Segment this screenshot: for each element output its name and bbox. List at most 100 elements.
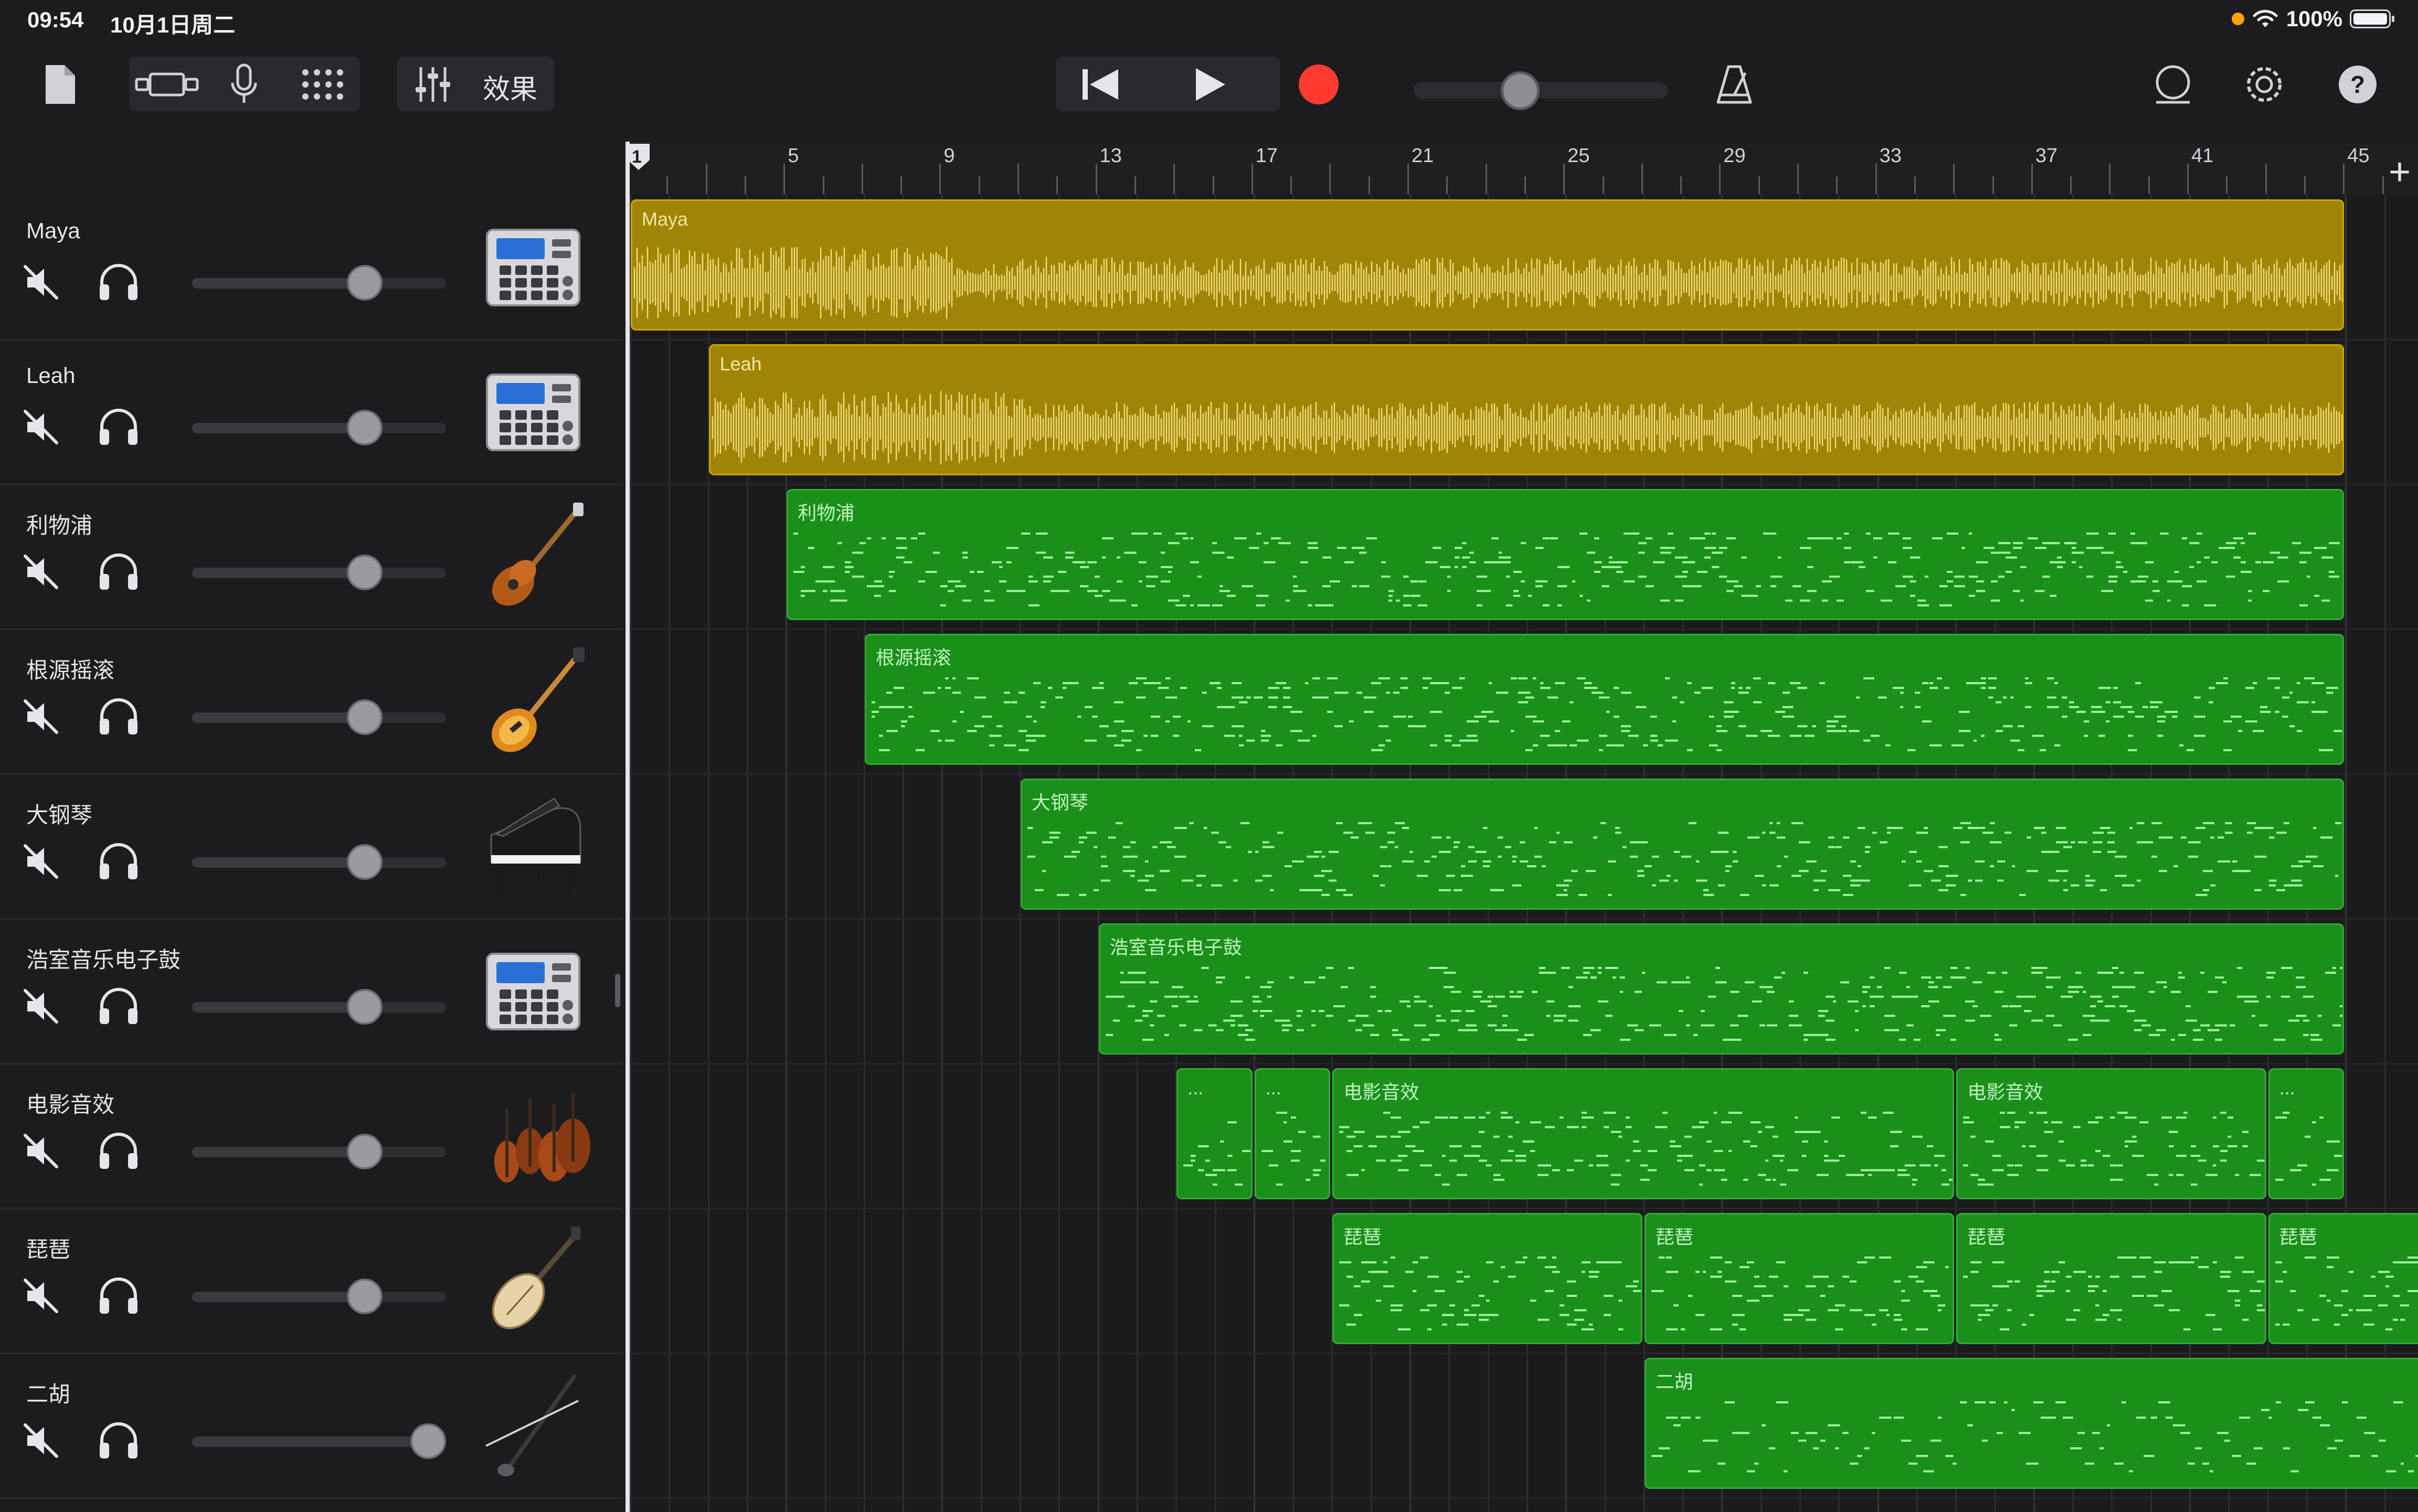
- playhead[interactable]: 1: [628, 144, 650, 170]
- track-header[interactable]: 大钢琴: [0, 773, 622, 920]
- ruler-tick: [2031, 164, 2033, 194]
- midi-region[interactable]: 大钢琴: [1021, 779, 2345, 910]
- effects-button[interactable]: 效果: [483, 67, 537, 107]
- midi-region[interactable]: 电影音效: [1956, 1068, 2266, 1199]
- header-divider[interactable]: [625, 142, 630, 1512]
- midi-region[interactable]: ...: [1254, 1068, 1331, 1199]
- document-icon[interactable]: [37, 61, 84, 108]
- track-volume-knob[interactable]: [347, 410, 383, 445]
- track-volume-slider[interactable]: [192, 844, 446, 880]
- master-volume-knob[interactable]: [1501, 71, 1540, 110]
- metronome-icon[interactable]: [1711, 61, 1758, 108]
- track-volume-slider[interactable]: [192, 555, 446, 590]
- headphones-icon[interactable]: [98, 553, 140, 591]
- mute-icon[interactable]: [22, 698, 60, 736]
- track-header[interactable]: 根源摇滚: [0, 629, 622, 775]
- headphones-icon[interactable]: [98, 1132, 140, 1170]
- track-area[interactable]: Maya Leah 利物浦 根源摇滚 大钢琴 浩室音乐电子鼓...... 电影音效 电影音效.…: [630, 194, 2418, 1512]
- track-volume-slider[interactable]: [192, 410, 446, 445]
- playhead-bar: 1: [632, 147, 642, 167]
- midi-region[interactable]: 根源摇滚: [864, 634, 2345, 765]
- headphones-icon[interactable]: [98, 263, 140, 301]
- midi-region[interactable]: 利物浦: [787, 489, 2345, 620]
- track-volume-slider[interactable]: [192, 265, 446, 301]
- help-icon[interactable]: ?: [2334, 61, 2381, 108]
- loop-browser-icon[interactable]: [2149, 61, 2197, 108]
- track-volume-knob[interactable]: [347, 699, 383, 735]
- midi-region[interactable]: 二胡: [1644, 1358, 2418, 1489]
- mute-icon[interactable]: [22, 843, 60, 880]
- mute-icon[interactable]: [22, 408, 60, 446]
- instrument-thumbnail[interactable]: [475, 1367, 591, 1483]
- timeline-ruler[interactable]: 1 + 5 9 13 17 21 25 29 33 37 41 45: [628, 142, 2418, 194]
- audio-region[interactable]: Leah: [708, 344, 2345, 475]
- midi-region[interactable]: ...: [2268, 1068, 2345, 1199]
- track-name: 浩室音乐电子鼓: [26, 947, 181, 972]
- track-header[interactable]: 浩室音乐电子鼓: [0, 918, 622, 1064]
- mute-icon[interactable]: [22, 1422, 60, 1460]
- settings-icon[interactable]: [2241, 61, 2288, 108]
- mute-icon[interactable]: [22, 987, 60, 1025]
- track-header[interactable]: Leah: [0, 339, 622, 485]
- instrument-thumbnail[interactable]: [475, 643, 591, 759]
- midi-notes: [1963, 1257, 2265, 1330]
- midi-region[interactable]: 琵琶: [1956, 1213, 2266, 1344]
- midi-region[interactable]: 浩室音乐电子鼓: [1098, 923, 2345, 1055]
- mute-icon[interactable]: [22, 1277, 60, 1315]
- track-volume-knob[interactable]: [347, 989, 383, 1025]
- grid-icon[interactable]: [297, 61, 349, 108]
- instrument-thumbnail[interactable]: [475, 354, 591, 469]
- headphones-icon[interactable]: [98, 843, 140, 880]
- track-volume-slider[interactable]: [192, 1423, 447, 1459]
- track-name: 二胡: [26, 1382, 71, 1407]
- instrument-thumbnail[interactable]: [475, 933, 591, 1048]
- master-volume-slider[interactable]: [1414, 71, 1668, 110]
- resize-handle[interactable]: [615, 974, 620, 1007]
- midi-region[interactable]: 琵琶: [1332, 1213, 1642, 1344]
- track-volume-slider[interactable]: [192, 1134, 446, 1169]
- track-volume-slider[interactable]: [192, 699, 446, 735]
- headphones-icon[interactable]: [98, 408, 140, 446]
- track-volume-knob[interactable]: [347, 844, 383, 880]
- ruler-tick: [822, 176, 824, 194]
- midi-region[interactable]: 琵琶: [2268, 1213, 2418, 1344]
- track-volume-knob[interactable]: [410, 1423, 447, 1459]
- instrument-thumbnail[interactable]: [475, 1222, 591, 1338]
- instrument-thumbnail[interactable]: [475, 209, 591, 324]
- mute-icon[interactable]: [22, 553, 60, 591]
- track-volume-knob[interactable]: [347, 555, 383, 590]
- add-icon[interactable]: +: [2389, 153, 2411, 191]
- track-header[interactable]: Maya: [0, 194, 622, 340]
- track-volume-slider[interactable]: [192, 989, 446, 1025]
- record-icon[interactable]: [1295, 61, 1342, 108]
- audio-region[interactable]: Maya: [631, 199, 2345, 331]
- headphones-icon[interactable]: [98, 698, 140, 736]
- mute-icon[interactable]: [22, 1132, 60, 1170]
- instrument-thumbnail[interactable]: [475, 1078, 591, 1193]
- microphone-icon[interactable]: [220, 61, 268, 108]
- track-volume-knob[interactable]: [347, 1279, 383, 1314]
- play-icon[interactable]: [1187, 61, 1234, 108]
- midi-region[interactable]: 琵琶: [1644, 1213, 1955, 1344]
- track-volume-knob[interactable]: [347, 265, 383, 301]
- track-view-icon[interactable]: [134, 61, 199, 108]
- track-header[interactable]: 电影音效: [0, 1063, 622, 1209]
- midi-region[interactable]: ...: [1176, 1068, 1253, 1199]
- track-volume-knob[interactable]: [347, 1134, 383, 1169]
- mixer-icon[interactable]: [409, 61, 457, 108]
- mute-icon[interactable]: [22, 263, 60, 301]
- rewind-icon[interactable]: [1077, 61, 1124, 108]
- track-name: 根源摇滚: [26, 658, 115, 683]
- bass-guitar-icon: [492, 503, 584, 606]
- track-header[interactable]: 琵琶: [0, 1208, 622, 1354]
- instrument-thumbnail[interactable]: [475, 498, 591, 614]
- headphones-icon[interactable]: [98, 1422, 140, 1460]
- track-header[interactable]: 二胡: [0, 1353, 622, 1499]
- midi-region[interactable]: 电影音效: [1332, 1068, 1955, 1199]
- headphones-icon[interactable]: [98, 1277, 140, 1315]
- track-header[interactable]: 利物浦: [0, 484, 622, 630]
- track-volume-slider[interactable]: [192, 1279, 446, 1314]
- headphones-icon[interactable]: [98, 987, 140, 1025]
- status-right: 100%: [2231, 6, 2394, 31]
- instrument-thumbnail[interactable]: [475, 788, 591, 903]
